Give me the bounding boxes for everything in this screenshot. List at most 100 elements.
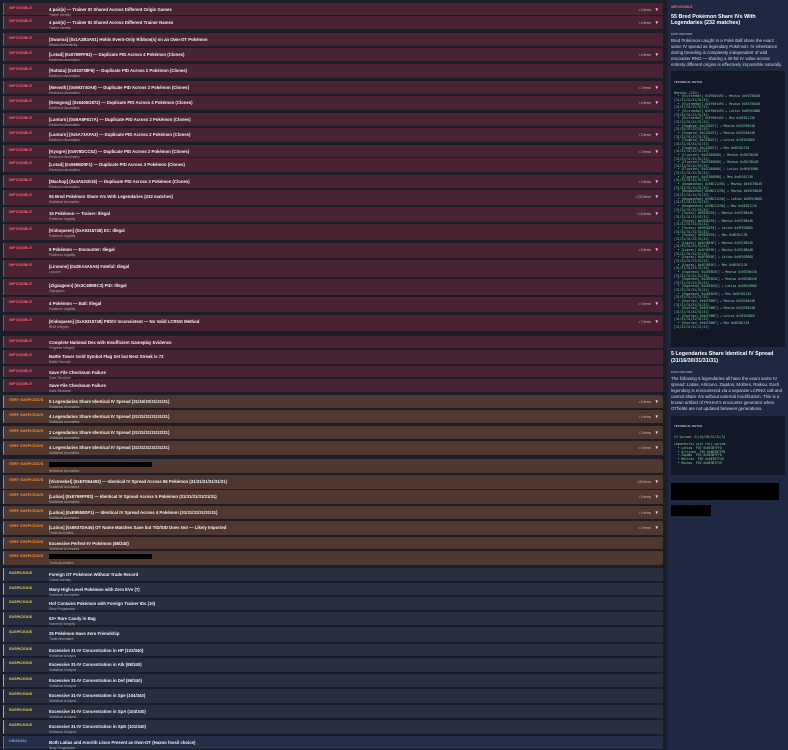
severity-badge: SUSPICIOUS (9, 600, 33, 604)
finding-row[interactable]: VERY SUSPICIOUS Statistical Anomalies (3, 459, 663, 473)
finding-row[interactable]: IMPOSSIBLE 5 Pokémon — Encounter: Illegal… (3, 243, 663, 258)
severity-badge: SUSPICIOUS (9, 630, 33, 634)
chevron-down-icon[interactable]: ▼ (655, 414, 659, 419)
detail-panel: IMPOSSIBLE 55 Bred Pokémon Share IVs Wit… (668, 0, 788, 750)
finding-category: Electronic Anomalies (49, 106, 80, 110)
severity-badge: IMPOSSIBLE (9, 193, 33, 197)
finding-category: Trade Anomalies (49, 531, 74, 535)
finding-row[interactable]: IMPOSSIBLE 55 Bred Pokémon Share IVs With… (3, 190, 663, 205)
finding-row[interactable]: IMPOSSIBLE Battle Tower Gold Symbol Flag … (3, 350, 663, 364)
chevron-down-icon[interactable]: ▼ (655, 194, 659, 199)
finding-row[interactable]: VERY SUSPICIOUS [Latias] (0xE769FF83) — I… (3, 490, 663, 504)
finding-row[interactable]: VERY SUSPICIOUS [Latios] (0xE9550DF1) — I… (3, 506, 663, 520)
detail-title-2: 5 Legendaries Share Identical IV Spread … (671, 351, 774, 364)
severity-badge: IMPOSSIBLE (9, 67, 33, 71)
finding-row[interactable]: IMPOSSIBLE [Dewgong] (0x6405G872) — Dupli… (3, 96, 663, 110)
finding-row[interactable]: IMPOSSIBLE [Kidoqueen] (0xA9315748) EC: I… (3, 224, 663, 240)
finding-title: Excessive Perfect-IV Pokémon (86/340) (49, 540, 129, 546)
item-count: • 2 items (638, 525, 651, 530)
severity-badge: SUSPICIOUS (9, 647, 33, 651)
finding-row[interactable]: VERY SUSPICIOUS 2 Legendaries Share Ident… (3, 426, 663, 440)
finding-category: Trade Anomalies (49, 561, 74, 565)
finding-row[interactable]: IMPOSSIBLE [Meowth] (0x693740A8) — Duplic… (3, 81, 663, 95)
chevron-down-icon[interactable]: ▼ (655, 211, 659, 216)
finding-row[interactable]: SUSPICIOUS Many High-Level Pokémon with Z… (3, 583, 663, 597)
finding-row[interactable]: VERY SUSPICIOUS [Victreebel] (0xEF064493)… (3, 475, 663, 489)
finding-row[interactable]: IMPOSSIBLE [Swanna] (0x1A2B3A01) Holds Ev… (3, 33, 663, 47)
chevron-down-icon[interactable]: ▼ (655, 7, 659, 12)
severity-badge: IMPOSSIBLE (9, 318, 33, 322)
redacted-block (671, 504, 711, 516)
chevron-down-icon[interactable]: ▼ (655, 247, 659, 252)
chevron-down-icon[interactable]: ▼ (655, 132, 659, 137)
finding-row[interactable]: IMPOSSIBLE 4 pair(s) — Trainer ID Shared … (3, 3, 663, 17)
finding-row[interactable]: VERY SUSPICIOUS 5 Legendaries Share Ident… (3, 395, 663, 409)
finding-row[interactable]: IMPOSSIBLE [Lotad] (0x5955D0F1) — Duplica… (3, 158, 663, 172)
finding-row[interactable]: IMPOSSIBLE [Lotad] (0x0769FF83) — Duplica… (3, 48, 663, 62)
finding-row[interactable]: IMPOSSIBLE [Kyogre] (0x978DCC52) — Duplic… (3, 145, 663, 159)
chevron-down-icon[interactable]: ▼ (655, 525, 659, 530)
finding-row[interactable]: VERY SUSPICIOUS 4 Legendaries Share Ident… (3, 441, 663, 455)
finding-row[interactable]: VERY SUSPICIOUS Trade Anomalies (3, 551, 663, 565)
finding-category: Save Structure (49, 389, 71, 393)
finding-category: Statistical Anomalies (49, 451, 80, 455)
finding-row[interactable]: SUSPICIOUS Excessive 31-IV Concentration … (3, 674, 663, 688)
findings-list: IMPOSSIBLE 4 pair(s) — Trainer ID Shared … (0, 0, 666, 750)
finding-row[interactable]: IMPOSSIBLE [Kidoqueen] (0xA9315748) PID/I… (3, 315, 663, 331)
finding-row[interactable]: IMPOSSIBLE [Machop] (0x4A531E15) — Duplic… (3, 175, 663, 189)
severity-badge: VERY SUSPICIOUS (9, 554, 44, 558)
finding-row[interactable]: VERY SUSPICIOUS 4 Legendaries Share Ident… (3, 410, 663, 424)
finding-title: 4 Legendaries Share Identical IV Spread … (49, 444, 170, 450)
finding-row[interactable]: VERY SUSPICIOUS [Latios] (0x6937DA45) OT … (3, 521, 663, 535)
finding-row[interactable]: IMPOSSIBLE Save File Checksum Failure Save… (3, 366, 663, 380)
severity-badge: SUSPICIOUS (9, 692, 33, 696)
technical-detail-lines-2: IV Spread: 31/16/30/31/31/31 Legendaries … (674, 435, 782, 465)
chevron-down-icon[interactable]: ▼ (655, 430, 659, 435)
finding-row[interactable]: IMPOSSIBLE Save File Checksum Failure Save… (3, 379, 663, 393)
item-count: • 232 items (635, 194, 651, 199)
severity-badge: IMPOSSIBLE (9, 84, 33, 88)
finding-row[interactable]: IMPOSSIBLE [Linoone] (0x2EA4A0A6) Fateful… (3, 260, 663, 277)
finding-row[interactable]: SUSPICIOUS Excessive 31-IV Concentration … (3, 644, 663, 658)
finding-row[interactable]: IMPOSSIBLE [Rattata] (0x033738F6) — Dupli… (3, 64, 663, 78)
finding-row[interactable]: SUSPICIOUS 25 Pokémon Have Zero Friendshi… (3, 627, 663, 642)
chevron-down-icon[interactable]: ▼ (655, 85, 659, 90)
finding-row[interactable]: SUSPICIOUS Excessive 31-IV Concentration … (3, 705, 663, 719)
finding-title: [Kidoqueen] (0xA9315748) EC: Illegal (49, 227, 125, 233)
finding-title: 15 Pokémon — Trainer: Illegal (49, 210, 111, 216)
chevron-down-icon[interactable]: ▼ (655, 52, 659, 57)
explanation-label: EXPLANATION (671, 32, 693, 37)
finding-row[interactable]: IMPOSSIBLE [Lanturn] (0x5A73AFA3) — Dupli… (3, 128, 663, 142)
finding-row[interactable]: SUSPICIOUS Excessive 31-IV Concentration … (3, 720, 663, 734)
finding-row[interactable]: IMPOSSIBLE 4 pair(s) — Trainer ID Shared … (3, 16, 663, 30)
technical-detail-lines: Matches (232): • [Victreebel] 0xEF064493… (674, 91, 782, 330)
chevron-down-icon[interactable]: ▼ (655, 20, 659, 25)
severity-badge: SUSPICIOUS (9, 677, 33, 681)
finding-row[interactable]: SUSPICIOUS 63+ Rare Candy in Bag Inventory… (3, 612, 663, 626)
chevron-down-icon[interactable]: ▼ (655, 301, 659, 306)
finding-row[interactable]: IMPOSSIBLE Complete National Dex with Ins… (3, 336, 663, 350)
finding-row[interactable]: SUSPICIOUS Foreign OT Pokémon Without Tra… (3, 568, 663, 582)
finding-title: Excessive 31-IV Concentration in Def (96… (49, 677, 142, 683)
chevron-down-icon[interactable]: ▼ (655, 479, 659, 484)
finding-row[interactable]: IMPOSSIBLE [Lanturn] (0xBA8F617A) — Dupli… (3, 113, 663, 127)
severity-badge: VERY SUSPICIOUS (9, 478, 44, 482)
item-count: • 4 items (638, 414, 651, 419)
chevron-down-icon[interactable]: ▼ (655, 494, 659, 499)
finding-row[interactable]: VERY SUSPICIOUS Excessive Perfect-IV Poké… (3, 537, 663, 551)
finding-row[interactable]: IMPOSSIBLE 15 Pokémon — Trainer: Illegal P… (3, 207, 663, 222)
chevron-down-icon[interactable]: ▼ (655, 510, 659, 515)
chevron-down-icon[interactable]: ▼ (655, 445, 659, 450)
chevron-down-icon[interactable]: ▼ (655, 179, 659, 184)
chevron-down-icon[interactable]: ▼ (655, 319, 659, 324)
finding-row[interactable]: SUSPICIOUS Excessive 31-IV Concentration … (3, 658, 663, 672)
finding-row[interactable]: IMPOSSIBLE [Zigzagoon] (0x3C480BC3) PID: … (3, 279, 663, 295)
chevron-down-icon[interactable]: ▼ (655, 399, 659, 404)
finding-row[interactable]: UNUSUAL Both Latias and Anorith Linos Pre… (3, 736, 663, 750)
finding-row[interactable]: SUSPICIOUS Excessive 31-IV Concentration … (3, 689, 663, 703)
finding-row[interactable]: IMPOSSIBLE 4 Pokémon — Ball: Illegal Pokém… (3, 297, 663, 312)
chevron-down-icon[interactable]: ▼ (655, 149, 659, 154)
chevron-down-icon[interactable]: ▼ (655, 100, 659, 105)
finding-title: [Latias] (0xE769FF83) — Identical IV Spr… (49, 493, 217, 499)
finding-row[interactable]: SUSPICIOUS Hof Contains Pokémon with Fore… (3, 597, 663, 611)
